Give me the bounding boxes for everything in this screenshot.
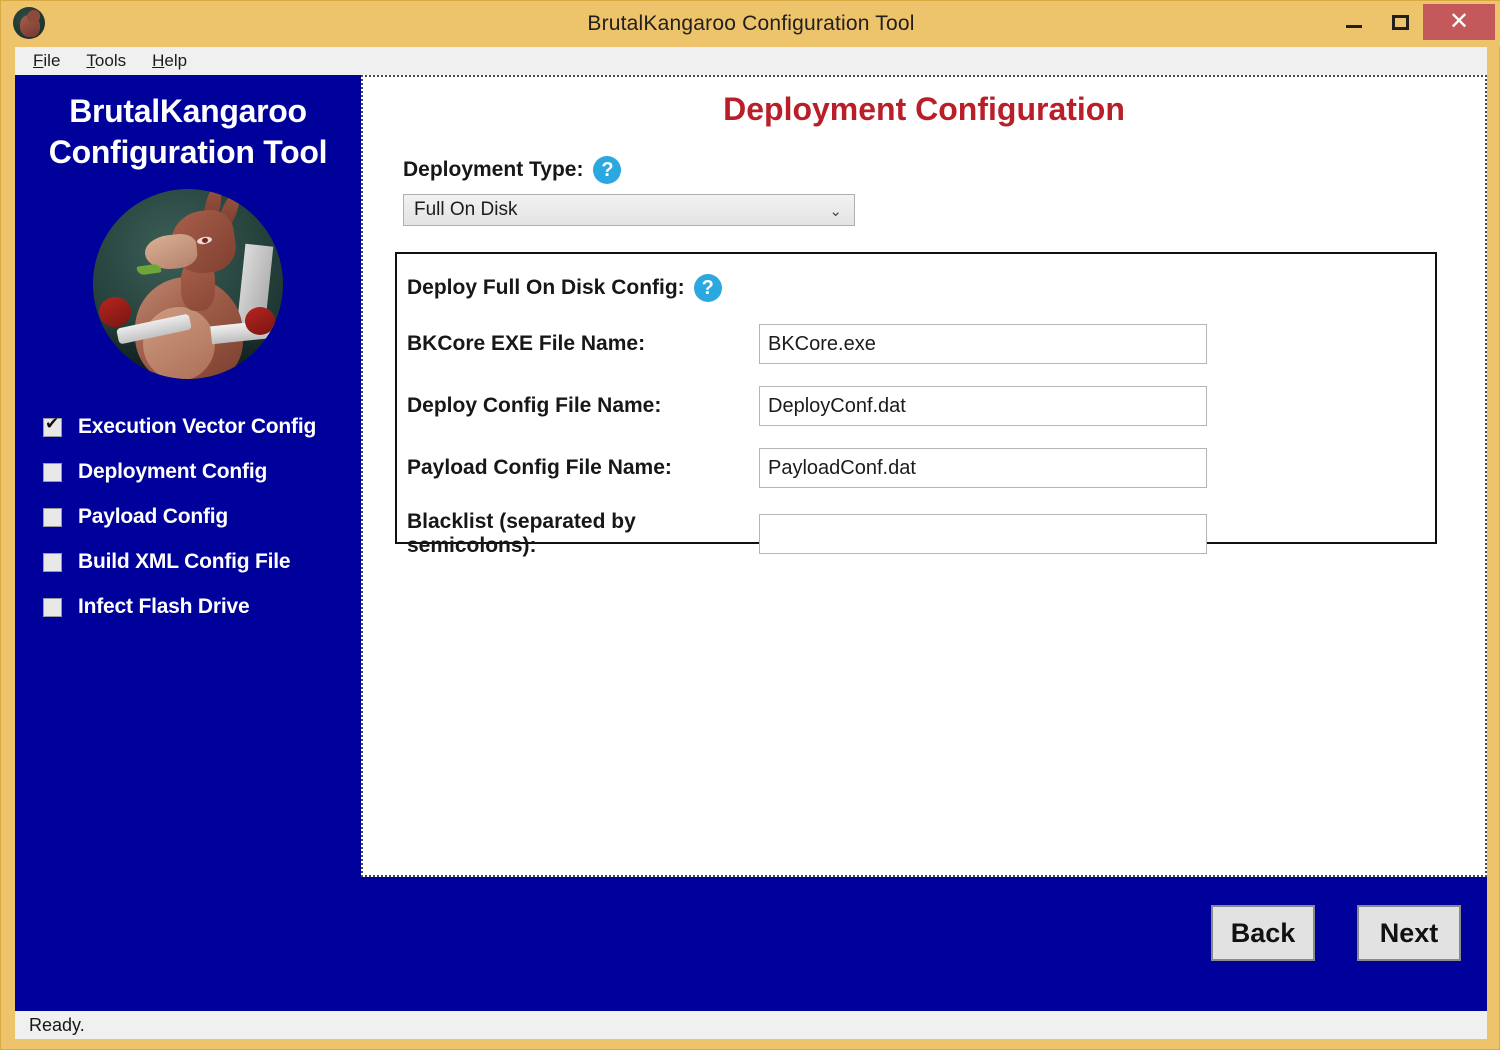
sidebar-item-label: Infect Flash Drive (78, 595, 250, 619)
sidebar-steps: Execution Vector Config Deployment Confi… (15, 405, 361, 630)
window-title: BrutalKangaroo Configuration Tool (587, 12, 915, 35)
sidebar-item-build-xml-config-file[interactable]: Build XML Config File (43, 540, 361, 585)
groupbox-heading-row: Deploy Full On Disk Config: ? (407, 274, 1435, 302)
sidebar-item-label: Execution Vector Config (78, 415, 317, 439)
payload-config-input[interactable] (759, 448, 1207, 488)
blacklist-input[interactable] (759, 514, 1207, 554)
sidebar-item-payload-config[interactable]: Payload Config (43, 495, 361, 540)
groupbox-heading: Deploy Full On Disk Config: (407, 276, 685, 299)
checkbox-icon[interactable] (43, 462, 62, 482)
checkbox-icon[interactable] (43, 552, 62, 572)
sidebar-title-line2: Configuration Tool (48, 133, 328, 170)
deploy-config-input[interactable] (759, 386, 1207, 426)
field-row-payload-config: Payload Config File Name: (407, 448, 1435, 488)
checkbox-icon[interactable] (43, 507, 62, 527)
checkbox-icon[interactable] (43, 597, 62, 617)
menu-bar: File Tools Help (15, 47, 1487, 75)
sidebar-item-execution-vector-config[interactable]: Execution Vector Config (43, 405, 361, 450)
sidebar: BrutalKangaroo Configuration Tool ✔ Exec… (15, 75, 361, 1011)
application-window: BrutalKangaroo Configuration Tool ✕ File… (0, 0, 1500, 1050)
footer-bar: Back Next (361, 877, 1487, 1011)
sidebar-title: BrutalKangaroo Configuration Tool (15, 91, 361, 173)
deployment-type-select[interactable]: Full On Disk ⌄ (403, 194, 855, 226)
sidebar-item-infect-flash-drive[interactable]: Infect Flash Drive (43, 585, 361, 630)
deployment-type-row: Deployment Type: ? (403, 156, 1485, 184)
maximize-button[interactable] (1377, 4, 1423, 40)
bkcore-exe-input[interactable] (759, 324, 1207, 364)
minimize-button[interactable] (1331, 4, 1377, 40)
maximize-icon (1391, 14, 1409, 30)
status-text: Ready. (29, 1014, 85, 1035)
kangaroo-mascot-image (93, 188, 283, 379)
field-row-bkcore-exe: BKCore EXE File Name: (407, 324, 1435, 364)
chevron-down-icon: ⌄ (829, 203, 842, 220)
checkbox-icon[interactable] (43, 415, 62, 437)
content-panel: Deployment Configuration Deployment Type… (361, 75, 1487, 877)
body-area: BrutalKangaroo Configuration Tool ✔ Exec… (15, 75, 1487, 1011)
sidebar-item-label: Deployment Config (78, 460, 268, 484)
menu-item-tools[interactable]: Tools (80, 49, 136, 73)
status-bar: Ready. (15, 1011, 1487, 1039)
sidebar-title-line1: BrutalKangaroo (69, 93, 307, 129)
field-row-blacklist: Blacklist (separated by semicolons): (407, 510, 1435, 558)
next-button[interactable]: Next (1357, 905, 1461, 961)
sidebar-item-label: Build XML Config File (78, 550, 291, 574)
field-row-deploy-config: Deploy Config File Name: (407, 386, 1435, 426)
page-title: Deployment Configuration (723, 91, 1125, 127)
sidebar-item-label: Payload Config (78, 505, 229, 529)
deployment-type-selected-value: Full On Disk (414, 199, 518, 220)
help-question-icon[interactable]: ? (593, 156, 622, 184)
menu-item-help[interactable]: Help (146, 49, 197, 73)
bkcore-exe-label: BKCore EXE File Name: (407, 332, 646, 355)
payload-config-label: Payload Config File Name: (407, 456, 672, 479)
footer-buttons: Back Next (1211, 905, 1461, 961)
window-controls: ✕ (1331, 4, 1495, 44)
deploy-config-label: Deploy Config File Name: (407, 394, 662, 417)
sidebar-item-deployment-config[interactable]: Deployment Config (43, 450, 361, 495)
deployment-type-label: Deployment Type: (403, 158, 584, 181)
back-button[interactable]: Back (1211, 905, 1315, 961)
minimize-icon (1346, 24, 1362, 28)
deploy-config-groupbox: Deploy Full On Disk Config: ? BKCore EXE… (395, 252, 1437, 557)
help-question-icon[interactable]: ? (693, 274, 722, 302)
menu-item-file[interactable]: File (27, 49, 70, 73)
close-button[interactable]: ✕ (1423, 4, 1495, 40)
blacklist-label: Blacklist (separated by semicolons): (407, 510, 636, 557)
title-bar: BrutalKangaroo Configuration Tool ✕ (1, 1, 1500, 47)
